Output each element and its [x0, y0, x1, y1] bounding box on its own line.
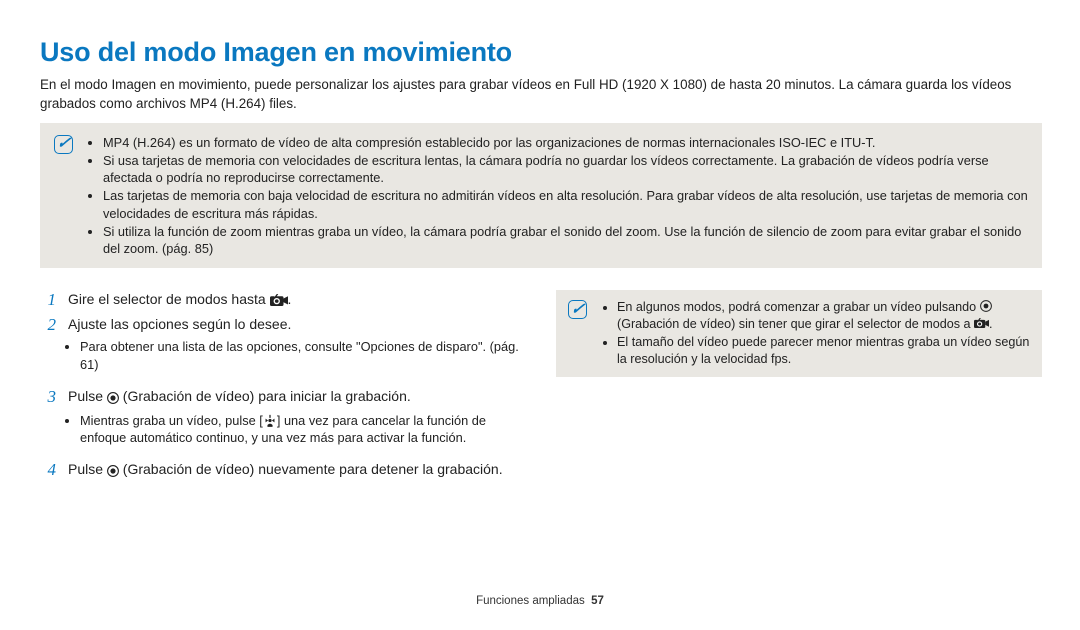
step-body: Ajuste las opciones según lo desee. Para… [68, 315, 520, 382]
step-text: Pulse (Grabación de vídeo) nuevamente pa… [68, 460, 520, 481]
steps-column: 1 Gire el selector de modos hasta . 2 Aj… [40, 290, 520, 485]
note-icon: ✓ [568, 300, 587, 319]
two-column-layout: 1 Gire el selector de modos hasta . 2 Aj… [40, 290, 1042, 485]
side-note-a-pre: En algunos modos, podrá comenzar a graba… [617, 300, 980, 314]
step-body: Pulse (Grabación de vídeo) para iniciar … [68, 387, 520, 456]
note-item: Si usa tarjetas de memoria con velocidad… [103, 152, 1028, 187]
step-text-pre: Pulse [68, 461, 107, 477]
step-text-post: . [288, 291, 292, 307]
side-note-list: En algunos modos, podrá comenzar a graba… [601, 298, 1030, 369]
step-3: 3 Pulse (Grabación de vídeo) para inicia… [40, 387, 520, 456]
page-footer: Funciones ampliadas 57 [0, 594, 1080, 610]
note-icon-col: ✓ [54, 133, 73, 259]
video-mode-icon [974, 316, 989, 333]
footer-section: Funciones ampliadas [476, 595, 585, 607]
side-note-a-post: . [989, 317, 993, 331]
side-note-item: En algunos modos, podrá comenzar a graba… [617, 299, 1030, 333]
record-button-icon [107, 462, 119, 481]
record-button-icon [980, 299, 992, 316]
step-text-mid: (Grabación de vídeo) nuevamente para det… [119, 461, 503, 477]
note-box-main: ✓ MP4 (H.264) es un formato de vídeo de … [40, 123, 1042, 269]
side-note-item: El tamaño del vídeo puede parecer menor … [617, 334, 1030, 368]
note-item: MP4 (H.264) es un formato de vídeo de al… [103, 134, 1028, 151]
step-bullet: Para obtener una lista de las opciones, … [80, 338, 520, 373]
bullet-pre: Mientras graba un vídeo, pulse [ [80, 413, 263, 428]
step-body: Gire el selector de modos hasta . [68, 290, 520, 311]
step-text: Pulse (Grabación de vídeo) para iniciar … [68, 387, 520, 408]
step-sub-bullets: Para obtener una lista de las opciones, … [68, 338, 520, 373]
step-text: Ajuste las opciones según lo desee. [68, 315, 520, 334]
step-number: 2 [40, 315, 56, 382]
video-mode-icon [270, 292, 288, 311]
note-icon-col: ✓ [568, 298, 587, 369]
side-note-a-mid: (Grabación de vídeo) sin tener que girar… [617, 317, 974, 331]
step-1: 1 Gire el selector de modos hasta . [40, 290, 520, 311]
step-bullet: Mientras graba un vídeo, pulse [] una ve… [80, 412, 520, 447]
manual-page: Uso del modo Imagen en movimiento En el … [0, 0, 1080, 630]
step-number: 1 [40, 290, 56, 311]
step-text-pre: Gire el selector de modos hasta [68, 291, 270, 307]
intro-paragraph: En el modo Imagen en movimiento, puede p… [40, 76, 1042, 112]
note-item: Si utiliza la función de zoom mientras g… [103, 223, 1028, 258]
footer-page-number: 57 [591, 595, 604, 607]
note-box-side: ✓ En algunos modos, podrá comenzar a gra… [556, 290, 1042, 377]
note-item: Las tarjetas de memoria con baja velocid… [103, 187, 1028, 222]
step-text: Gire el selector de modos hasta . [68, 290, 520, 311]
af-button-icon [263, 412, 277, 429]
step-text-mid: (Grabación de vídeo) para iniciar la gra… [119, 388, 411, 404]
step-2: 2 Ajuste las opciones según lo desee. Pa… [40, 315, 520, 382]
step-body: Pulse (Grabación de vídeo) nuevamente pa… [68, 460, 520, 481]
step-sub-bullets: Mientras graba un vídeo, pulse [] una ve… [68, 412, 520, 447]
note-icon: ✓ [54, 135, 73, 154]
step-number: 4 [40, 460, 56, 481]
step-number: 3 [40, 387, 56, 456]
page-title: Uso del modo Imagen en movimiento [40, 34, 1042, 70]
step-4: 4 Pulse (Grabación de vídeo) nuevamente … [40, 460, 520, 481]
side-note-column: ✓ En algunos modos, podrá comenzar a gra… [556, 290, 1042, 485]
record-button-icon [107, 389, 119, 408]
note-list: MP4 (H.264) es un formato de vídeo de al… [87, 133, 1028, 259]
step-text-pre: Pulse [68, 388, 107, 404]
